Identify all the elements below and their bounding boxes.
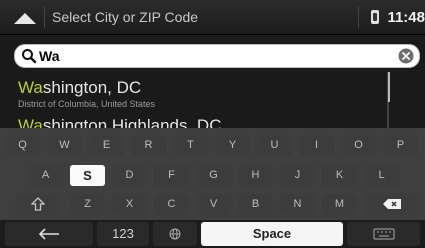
globe-icon <box>169 228 181 240</box>
scrollbar-thumb[interactable] <box>388 72 390 102</box>
key-b[interactable]: B <box>238 194 273 215</box>
key-l[interactable]: L <box>364 165 399 186</box>
shift-key[interactable] <box>15 194 60 215</box>
left-arrow-icon <box>38 228 59 240</box>
gps-icon <box>371 10 380 24</box>
key-s[interactable]: S <box>70 165 105 186</box>
shift-icon <box>29 197 46 211</box>
page-title: Select City or ZIP Code <box>52 9 199 25</box>
key-y[interactable]: Y <box>215 135 250 156</box>
key-q[interactable]: Q <box>5 135 40 156</box>
backspace-icon <box>383 199 401 209</box>
key-o[interactable]: O <box>341 135 376 156</box>
back-key[interactable] <box>5 222 93 246</box>
result-title: Washington Highlands, DC <box>18 116 222 128</box>
result-title: Washington, DC <box>18 78 142 97</box>
key-n[interactable]: N <box>280 194 315 215</box>
clear-icon[interactable] <box>398 48 414 64</box>
status-area: 11:48 <box>358 6 425 28</box>
backspace-key[interactable] <box>364 194 420 215</box>
key-r[interactable]: R <box>131 135 166 156</box>
key-z[interactable]: Z <box>70 194 105 215</box>
key-w[interactable]: W <box>47 135 82 156</box>
key-x[interactable]: X <box>112 194 147 215</box>
key-h[interactable]: H <box>238 165 273 186</box>
up-arrow-icon <box>14 13 36 24</box>
header-bar: Select City or ZIP Code 11:48 <box>0 0 425 35</box>
key-i[interactable]: I <box>299 135 334 156</box>
hide-keyboard-key[interactable] <box>347 222 420 246</box>
results-list: Washington, DC District of Columbia, Uni… <box>0 72 425 128</box>
language-key[interactable] <box>153 222 197 246</box>
key-k[interactable]: K <box>322 165 357 186</box>
key-g[interactable]: G <box>196 165 231 186</box>
space-key[interactable]: Space <box>201 222 343 246</box>
list-item[interactable]: Washington, DC District of Columbia, Uni… <box>18 78 155 109</box>
key-m[interactable]: M <box>322 194 357 215</box>
numbers-key[interactable]: 123 <box>97 222 149 246</box>
key-v[interactable]: V <box>196 194 231 215</box>
search-field[interactable]: Wa <box>14 44 420 68</box>
header-divider <box>44 6 45 28</box>
key-a[interactable]: A <box>28 165 63 186</box>
key-t[interactable]: T <box>173 135 208 156</box>
key-u[interactable]: U <box>257 135 292 156</box>
key-f[interactable]: F <box>154 165 189 186</box>
search-icon <box>22 49 37 64</box>
search-input[interactable]: Wa <box>39 48 59 64</box>
list-item[interactable]: Washington Highlands, DC <box>18 116 221 128</box>
key-p[interactable]: P <box>383 135 418 156</box>
status-divider <box>358 6 360 28</box>
keyboard-hide-icon <box>373 228 394 240</box>
result-subtitle: District of Columbia, United States <box>18 99 156 109</box>
key-j[interactable]: J <box>280 165 315 186</box>
back-button[interactable] <box>10 8 40 28</box>
clock: 11:48 <box>387 8 425 26</box>
key-d[interactable]: D <box>112 165 147 186</box>
key-e[interactable]: E <box>89 135 124 156</box>
key-c[interactable]: C <box>154 194 189 215</box>
